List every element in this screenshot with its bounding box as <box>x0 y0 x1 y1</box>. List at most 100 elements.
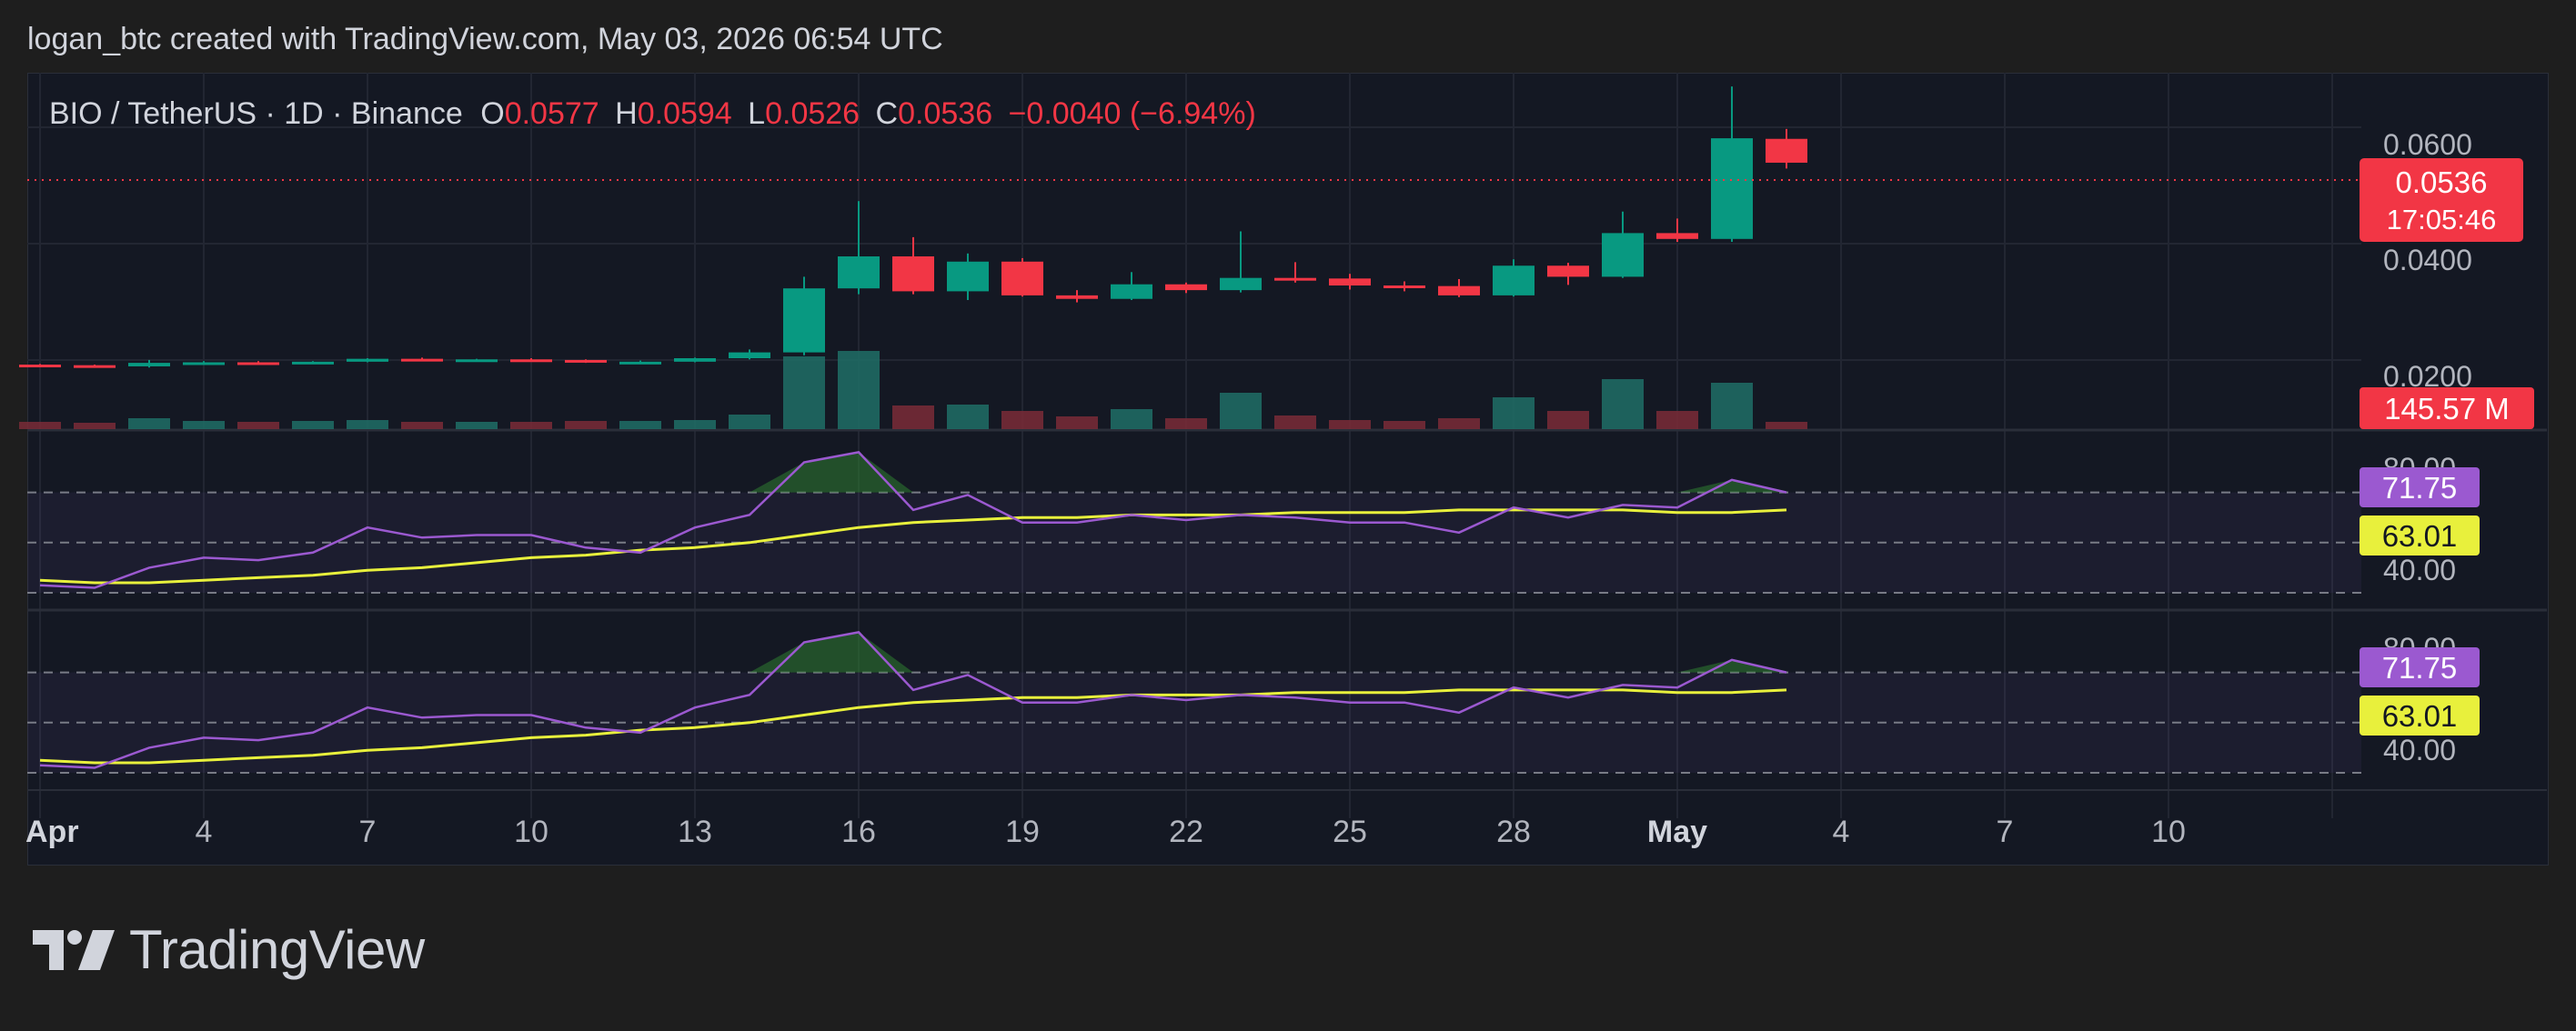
time-tick: 4 <box>196 815 213 849</box>
volume-bar <box>1711 383 1753 429</box>
volume-bars <box>19 351 1807 429</box>
rsi-value: 71.75 <box>2382 651 2458 685</box>
rsi-ma-value: 63.01 <box>2382 519 2458 553</box>
candle-body <box>892 256 934 292</box>
rsi-panel-2 <box>27 631 2361 774</box>
candle-body <box>74 365 116 368</box>
rsi-value: 71.75 <box>2382 471 2458 505</box>
candle-body <box>183 362 225 365</box>
open-value: 0.0577 <box>504 96 599 131</box>
time-tick: 10 <box>514 815 548 849</box>
candle-body <box>1220 277 1262 291</box>
time-tick: 28 <box>1496 815 1531 849</box>
volume-bar <box>456 422 498 429</box>
volume-bar <box>1656 411 1698 429</box>
candle-body <box>729 352 770 358</box>
time-tick: 16 <box>841 815 876 849</box>
volume-bar <box>183 421 225 429</box>
volume-bar <box>1547 411 1589 429</box>
rsi-ma-value: 63.01 <box>2382 699 2458 733</box>
candle-body <box>1274 277 1316 281</box>
candle-body <box>1602 233 1644 277</box>
time-tick: 7 <box>359 815 377 849</box>
ohlc-legend: BIO / TetherUS · 1D · Binance O0.0577 H0… <box>49 96 1256 132</box>
high-value: 0.0594 <box>637 96 732 131</box>
volume-bar <box>1329 420 1371 429</box>
volume-bar <box>1111 409 1152 429</box>
volume-bar <box>1056 416 1098 429</box>
candle-body <box>565 359 607 363</box>
volume-bar <box>838 351 880 429</box>
tradingview-logo[interactable]: TradingView <box>33 918 425 981</box>
volume-bar <box>128 418 170 429</box>
volume-bar <box>674 420 716 429</box>
volume-bar <box>729 415 770 429</box>
time-tick: May <box>1647 815 1707 849</box>
candle-body <box>456 359 498 363</box>
chart-canvas[interactable]: 0.0600 0.0400 0.0200 0.0536 17:05:46 145… <box>0 0 2576 1031</box>
volume-bar <box>947 405 989 429</box>
rsi-tick: 40.00 <box>2383 734 2456 766</box>
time-tick: 22 <box>1169 815 1203 849</box>
volume-bar <box>237 422 279 429</box>
volume-bar <box>1438 418 1480 429</box>
candle-body <box>292 361 334 365</box>
time-tick: 13 <box>678 815 712 849</box>
candle-body <box>1547 265 1589 277</box>
close-value: 0.0536 <box>898 96 993 131</box>
close-label: C <box>875 96 899 131</box>
rsi-overbought-fill <box>859 452 913 493</box>
time-tick: 7 <box>1997 815 2014 849</box>
volume-bar <box>347 420 388 429</box>
volume-bar <box>565 421 607 429</box>
brand-name: TradingView <box>129 919 425 980</box>
price-tick: 0.0600 <box>2383 128 2472 161</box>
rsi-overbought-fill <box>1677 479 1732 493</box>
low-label: L <box>748 96 766 131</box>
volume-value: 145.57 M <box>2384 392 2510 425</box>
candle-body <box>19 365 61 368</box>
candle-body <box>510 359 552 363</box>
open-label: O <box>480 96 505 131</box>
volume-bar <box>1602 379 1644 429</box>
candle-body <box>347 358 388 362</box>
candle-body <box>619 361 661 365</box>
time-axis: Apr 4 7 10 13 16 19 22 25 28 May 4 7 10 <box>25 815 2186 849</box>
rsi-overbought-fill <box>859 632 913 673</box>
candle-body <box>128 363 170 366</box>
time-tick: 19 <box>1005 815 1040 849</box>
countdown-value: 17:05:46 <box>2387 204 2497 235</box>
candle-body <box>1111 284 1152 299</box>
candle-body <box>1493 265 1535 295</box>
volume-bar <box>510 422 552 429</box>
volume-bar <box>401 422 443 429</box>
candle-body <box>1711 138 1753 239</box>
candle-body <box>947 261 989 292</box>
volume-bar <box>1165 418 1207 429</box>
candle-body <box>1165 284 1207 291</box>
last-price-value: 0.0536 <box>2396 165 2488 199</box>
candle-body <box>1656 233 1698 239</box>
candle-body <box>838 256 880 289</box>
rsi-tick: 40.00 <box>2383 554 2456 586</box>
candle-body <box>1329 278 1371 285</box>
candle-body <box>1001 261 1043 295</box>
rsi-panel-1 <box>27 451 2361 594</box>
time-tick: 25 <box>1333 815 1367 849</box>
rsi-overbought-fill <box>1677 659 1732 673</box>
candle-body <box>1056 295 1098 299</box>
volume-bar <box>19 422 61 429</box>
price-tick: 0.0400 <box>2383 244 2472 276</box>
symbol-label[interactable]: BIO / TetherUS · 1D · Binance <box>49 96 463 131</box>
volume-bar <box>292 421 334 429</box>
candle-body <box>401 358 443 362</box>
change-value: −0.0040 (−6.94%) <box>1008 96 1256 131</box>
volume-bar <box>892 405 934 429</box>
candle-body <box>237 362 279 365</box>
candle-body <box>1766 138 1807 163</box>
volume-bar <box>1766 422 1807 429</box>
volume-bar <box>1220 393 1262 429</box>
high-label: H <box>615 96 638 131</box>
time-tick: 4 <box>1833 815 1850 849</box>
volume-bar <box>74 423 116 429</box>
